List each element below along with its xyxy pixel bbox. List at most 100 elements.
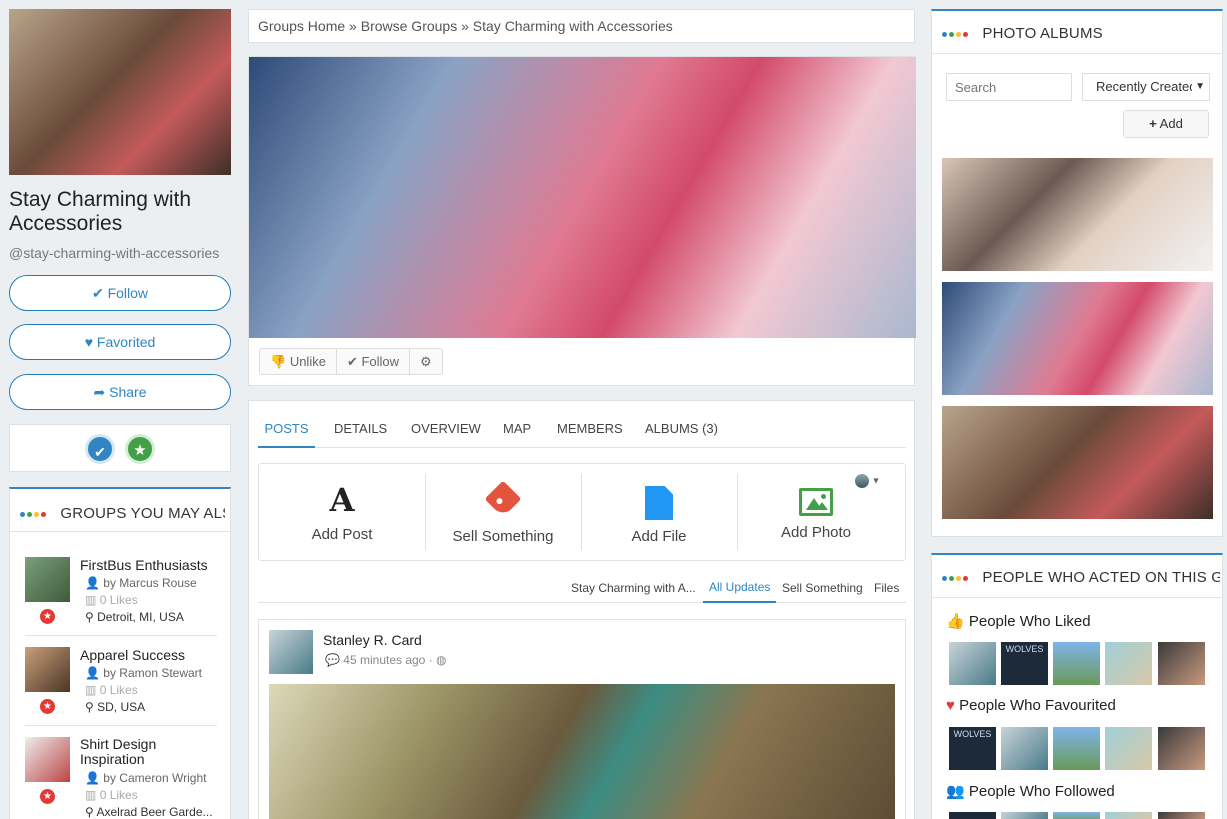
share-button[interactable]: ➦ Share bbox=[9, 374, 231, 410]
tab-bar: POSTS DETAILS OVERVIEW MAP MEMBERS ALBUM… bbox=[258, 413, 906, 448]
featured-star-icon[interactable]: ★ bbox=[125, 434, 155, 464]
add-file-label: Add File bbox=[631, 528, 687, 545]
check-icon: ✔ bbox=[91, 285, 104, 301]
composer-add-file[interactable]: Add File bbox=[581, 464, 737, 560]
post-author[interactable]: Stanley R. Card bbox=[323, 632, 422, 648]
tab-members[interactable]: MEMBERS bbox=[557, 421, 623, 436]
users-icon: 👥 bbox=[946, 783, 965, 800]
avatar[interactable]: WOLVES bbox=[1001, 642, 1048, 685]
group-owner: by Cameron Wright bbox=[103, 771, 207, 785]
unlike-button[interactable]: 👎 Unlike bbox=[260, 349, 337, 374]
avatar[interactable] bbox=[949, 812, 996, 819]
favorited-button[interactable]: ♥ Favorited bbox=[9, 324, 231, 360]
group-likes: 0 Likes bbox=[99, 593, 138, 607]
breadcrumb-separator: » bbox=[349, 18, 357, 34]
check-icon: ✔ bbox=[346, 354, 358, 369]
avatar[interactable] bbox=[1001, 727, 1048, 770]
album-thumbnail[interactable] bbox=[942, 282, 1213, 395]
post-composer: A Add Post Sell Something Add File Add P… bbox=[258, 463, 906, 561]
avatar[interactable] bbox=[1105, 812, 1152, 819]
colored-dots-icon bbox=[942, 31, 968, 37]
avatar[interactable] bbox=[1105, 642, 1152, 685]
breadcrumb-groups-home[interactable]: Groups Home bbox=[258, 18, 345, 34]
avatar[interactable] bbox=[1053, 727, 1100, 770]
verified-badge-icon[interactable]: ✔ bbox=[85, 434, 115, 464]
tab-map[interactable]: MAP bbox=[503, 421, 531, 436]
cover-follow-button[interactable]: ✔ Follow bbox=[337, 349, 411, 374]
cover-photo bbox=[249, 57, 916, 338]
group-title-link[interactable]: Shirt Design Inspiration bbox=[80, 737, 190, 767]
group-owner: by Marcus Rouse bbox=[103, 576, 197, 590]
gear-icon: ⚙ bbox=[420, 354, 432, 369]
album-thumbnail[interactable] bbox=[942, 406, 1213, 519]
thumbs-up-icon: 👍 bbox=[946, 613, 965, 630]
group-title-link[interactable]: Apparel Success bbox=[80, 647, 185, 663]
avatar[interactable] bbox=[1105, 727, 1152, 770]
image-icon bbox=[799, 488, 833, 516]
avatar[interactable] bbox=[1158, 727, 1205, 770]
cover-actions: 👎 Unlike ✔ Follow ⚙ bbox=[259, 348, 443, 375]
avatar[interactable] bbox=[1053, 812, 1100, 819]
list-item[interactable]: ★ Shirt Design Inspiration 👤 by Cameron … bbox=[25, 737, 220, 819]
wolves-poster-text: WOLVES bbox=[953, 729, 992, 739]
filter-group[interactable]: Stay Charming with A... bbox=[571, 581, 696, 595]
privacy-dropdown[interactable]: ▼ bbox=[855, 474, 887, 488]
favorited-label: Favorited bbox=[96, 334, 156, 350]
colored-dots-icon bbox=[20, 511, 46, 517]
group-title: Stay Charming with Accessories bbox=[9, 188, 192, 235]
avatar[interactable] bbox=[1001, 812, 1048, 819]
breadcrumb: Groups Home » Browse Groups » Stay Charm… bbox=[248, 9, 915, 43]
post-time: 45 minutes ago bbox=[343, 653, 426, 667]
albums-header: PHOTO ALBUMS bbox=[982, 25, 1103, 42]
main-content-panel: POSTS DETAILS OVERVIEW MAP MEMBERS ALBUM… bbox=[248, 400, 915, 819]
avatar bbox=[855, 474, 869, 488]
avatar[interactable] bbox=[1158, 812, 1205, 819]
follow-label: Follow bbox=[107, 285, 149, 301]
heart-icon: ♥ bbox=[946, 697, 955, 714]
group-location: Detroit, MI, USA bbox=[97, 610, 184, 624]
star-badge-icon: ★ bbox=[40, 609, 55, 624]
share-icon: ➦ bbox=[93, 384, 106, 400]
tab-details[interactable]: DETAILS bbox=[334, 421, 387, 436]
avatar[interactable] bbox=[269, 630, 313, 674]
post-image[interactable] bbox=[269, 684, 895, 819]
avatar[interactable] bbox=[1158, 642, 1205, 685]
filter-sell-something[interactable]: Sell Something bbox=[782, 581, 863, 595]
album-thumbnail[interactable] bbox=[942, 158, 1213, 271]
avatar[interactable] bbox=[949, 642, 996, 685]
tab-albums[interactable]: ALBUMS (3) bbox=[645, 421, 718, 436]
cover-follow-label: Follow bbox=[361, 354, 400, 369]
add-album-button[interactable]: + Add bbox=[1123, 110, 1209, 138]
group-cover-thumbnail bbox=[9, 9, 231, 175]
wolves-poster-text: WOLVES bbox=[1005, 644, 1044, 654]
group-title-link[interactable]: FirstBus Enthusiasts bbox=[80, 557, 208, 573]
group-likes: 0 Likes bbox=[99, 788, 138, 802]
location-pin-icon: ⚲ bbox=[85, 805, 94, 819]
album-sort-select[interactable]: Recently Created ▼ bbox=[1082, 73, 1210, 101]
settings-button[interactable]: ⚙ bbox=[410, 349, 442, 374]
album-sort-value: Recently Created bbox=[1096, 79, 1197, 94]
tag-icon bbox=[484, 480, 522, 518]
group-thumbnail bbox=[25, 737, 70, 782]
tab-posts[interactable]: POSTS bbox=[258, 421, 315, 448]
album-search-input[interactable] bbox=[946, 73, 1072, 101]
composer-sell-something[interactable]: Sell Something bbox=[425, 464, 581, 560]
filter-files[interactable]: Files bbox=[874, 581, 899, 595]
user-icon: 👤 bbox=[85, 666, 100, 680]
avatar[interactable] bbox=[1053, 642, 1100, 685]
caret-down-icon: ▼ bbox=[1192, 74, 1205, 100]
group-likes: 0 Likes bbox=[99, 683, 138, 697]
tab-overview[interactable]: OVERVIEW bbox=[411, 421, 481, 436]
breadcrumb-browse-groups[interactable]: Browse Groups bbox=[361, 18, 457, 34]
composer-add-post[interactable]: A Add Post bbox=[259, 464, 425, 560]
avatar[interactable]: WOLVES bbox=[949, 727, 996, 770]
add-post-label: Add Post bbox=[311, 526, 373, 543]
globe-icon: · ◍ bbox=[428, 653, 447, 667]
filter-all-updates[interactable]: All Updates bbox=[703, 575, 777, 603]
heart-icon: ♥ bbox=[84, 334, 94, 350]
follow-button[interactable]: ✔ Follow bbox=[9, 275, 231, 311]
group-location: SD, USA bbox=[97, 700, 146, 714]
list-item[interactable]: ★ FirstBus Enthusiasts 👤 by Marcus Rouse… bbox=[25, 557, 220, 637]
people-followed-label: People Who Followed bbox=[968, 783, 1115, 800]
list-item[interactable]: ★ Apparel Success 👤 by Ramon Stewart ▥ 0… bbox=[25, 647, 220, 727]
